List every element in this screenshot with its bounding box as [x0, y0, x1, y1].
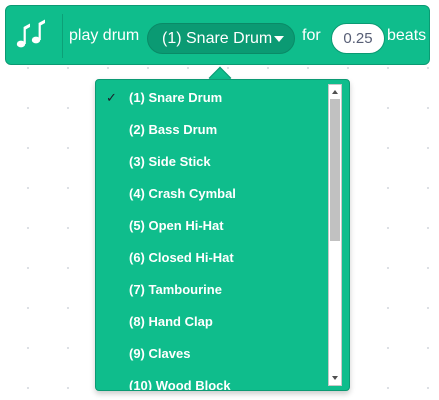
drum-dropdown-menu: ✓ (1) Snare Drum (2) Bass Drum (3) Side … — [95, 79, 350, 391]
scroll-up-arrow-icon[interactable] — [329, 86, 341, 98]
play-drum-label: play drum — [69, 27, 140, 44]
menu-item-label: (6) Closed Hi-Hat — [129, 250, 234, 265]
menu-item-label: (10) Wood Block — [129, 378, 231, 390]
scroll-down-arrow-icon[interactable] — [329, 372, 341, 384]
menu-item-snare-drum[interactable]: ✓ (1) Snare Drum — [96, 82, 328, 114]
menu-item-label: (4) Crash Cymbal — [129, 186, 236, 201]
menu-item-label: (7) Tambourine — [129, 282, 222, 297]
menu-item-label: (3) Side Stick — [129, 154, 211, 169]
menu-item-crash-cymbal[interactable]: (4) Crash Cymbal — [96, 178, 328, 210]
menu-item-closed-hi-hat[interactable]: (6) Closed Hi-Hat — [96, 242, 328, 274]
drum-menu-list: ✓ (1) Snare Drum (2) Bass Drum (3) Side … — [96, 80, 328, 390]
menu-item-hand-clap[interactable]: (8) Hand Clap — [96, 306, 328, 338]
menu-item-bass-drum[interactable]: (2) Bass Drum — [96, 114, 328, 146]
scrollbar-thumb[interactable] — [330, 99, 340, 241]
play-drum-block[interactable]: play drum (1) Snare Drum for 0.25 beats — [5, 5, 430, 65]
block-divider — [62, 14, 63, 58]
menu-item-label: (2) Bass Drum — [129, 122, 218, 137]
menu-item-tambourine[interactable]: (7) Tambourine — [96, 274, 328, 306]
beats-input[interactable]: 0.25 — [331, 23, 385, 54]
menu-item-label: (1) Snare Drum — [129, 90, 223, 105]
menu-item-label: (9) Claves — [129, 346, 191, 361]
for-label: for — [302, 27, 321, 44]
menu-item-side-stick[interactable]: (3) Side Stick — [96, 146, 328, 178]
menu-item-claves[interactable]: (9) Claves — [96, 338, 328, 370]
drum-select-dropdown[interactable]: (1) Snare Drum — [147, 23, 295, 54]
menu-item-label: (8) Hand Clap — [129, 314, 213, 329]
drum-select-value: (1) Snare Drum — [162, 30, 273, 47]
menu-item-label: (5) Open Hi-Hat — [129, 218, 224, 233]
chevron-down-icon — [274, 36, 284, 42]
menu-item-open-hi-hat[interactable]: (5) Open Hi-Hat — [96, 210, 328, 242]
music-notes-icon — [16, 19, 45, 48]
checkmark-icon: ✓ — [106, 90, 117, 105]
menu-item-wood-block[interactable]: (10) Wood Block — [96, 370, 328, 390]
beats-label: beats — [387, 27, 427, 44]
menu-scrollbar[interactable] — [328, 84, 342, 386]
